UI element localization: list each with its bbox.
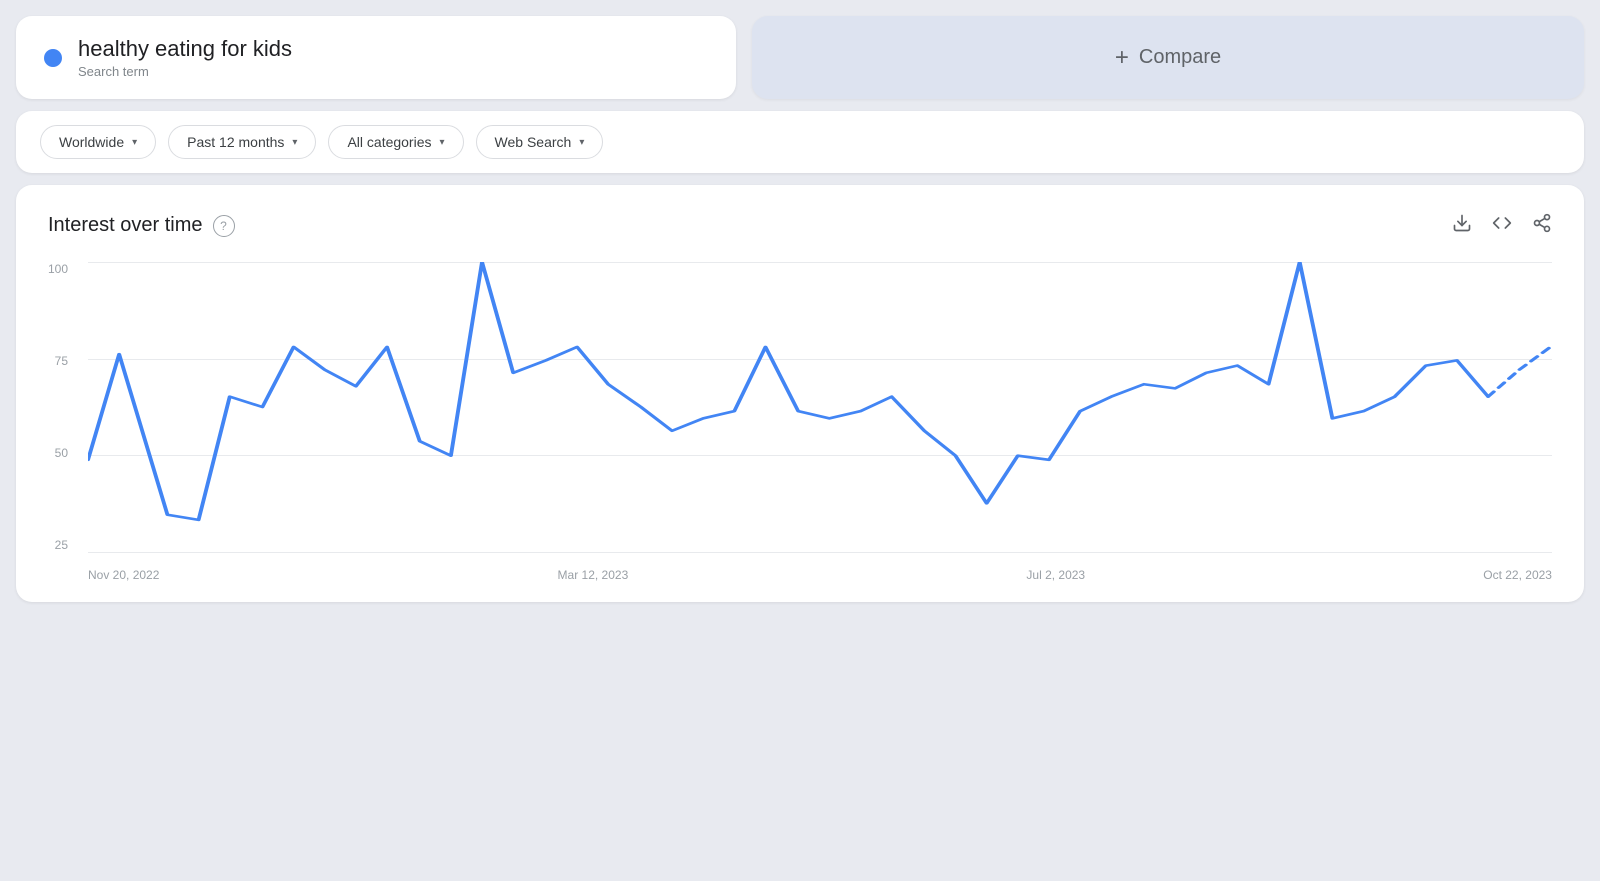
y-label-25: 25 — [48, 538, 68, 552]
chart-title: Interest over time — [48, 214, 203, 237]
chevron-down-icon: ▾ — [579, 137, 584, 148]
share-icon[interactable] — [1532, 213, 1552, 238]
y-label-50: 50 — [48, 446, 68, 460]
filter-category-label: All categories — [347, 134, 431, 150]
chart-title-row: Interest over time ? — [48, 214, 235, 237]
chart-area: 100 75 50 25 .chart-line { fill: none; s… — [88, 262, 1552, 582]
search-term-card: healthy eating for kids Search term — [16, 16, 736, 99]
x-label-mar: Mar 12, 2023 — [558, 568, 629, 582]
x-label-jul: Jul 2, 2023 — [1026, 568, 1085, 582]
grid-line-25 — [88, 552, 1552, 553]
chevron-down-icon: ▾ — [440, 137, 445, 148]
y-label-100: 100 — [48, 262, 68, 276]
x-axis: Nov 20, 2022 Mar 12, 2023 Jul 2, 2023 Oc… — [88, 558, 1552, 582]
chart-dotted-line — [1488, 347, 1550, 397]
chart-card: Interest over time ? — [16, 185, 1584, 602]
filter-time[interactable]: Past 12 months ▾ — [168, 125, 316, 159]
search-term-title: healthy eating for kids — [78, 36, 292, 62]
line-chart-svg: .chart-line { fill: none; stroke: #4285f… — [88, 262, 1552, 552]
filter-category[interactable]: All categories ▾ — [328, 125, 463, 159]
filter-location-label: Worldwide — [59, 134, 124, 150]
download-icon[interactable] — [1452, 213, 1472, 238]
filter-location[interactable]: Worldwide ▾ — [40, 125, 156, 159]
search-term-subtitle: Search term — [78, 64, 292, 79]
search-term-text: healthy eating for kids Search term — [78, 36, 292, 79]
chart-actions — [1452, 213, 1552, 238]
chevron-down-icon: ▾ — [132, 137, 137, 148]
x-label-oct: Oct 22, 2023 — [1483, 568, 1552, 582]
filter-time-label: Past 12 months — [187, 134, 284, 150]
filter-search-type-label: Web Search — [495, 134, 572, 150]
filters-row: Worldwide ▾ Past 12 months ▾ All categor… — [16, 111, 1584, 173]
embed-icon[interactable] — [1492, 213, 1512, 238]
term-dot — [44, 49, 62, 67]
plus-icon: + — [1115, 44, 1129, 72]
help-icon[interactable]: ? — [213, 215, 235, 237]
compare-card[interactable]: + Compare — [752, 16, 1584, 99]
y-axis: 100 75 50 25 — [48, 262, 68, 552]
x-label-nov: Nov 20, 2022 — [88, 568, 159, 582]
chart-header: Interest over time ? — [48, 213, 1552, 238]
chart-polyline — [88, 262, 1488, 520]
y-label-75: 75 — [48, 354, 68, 368]
chevron-down-icon: ▾ — [292, 137, 297, 148]
compare-label: Compare — [1139, 46, 1221, 69]
filter-search-type[interactable]: Web Search ▾ — [476, 125, 604, 159]
